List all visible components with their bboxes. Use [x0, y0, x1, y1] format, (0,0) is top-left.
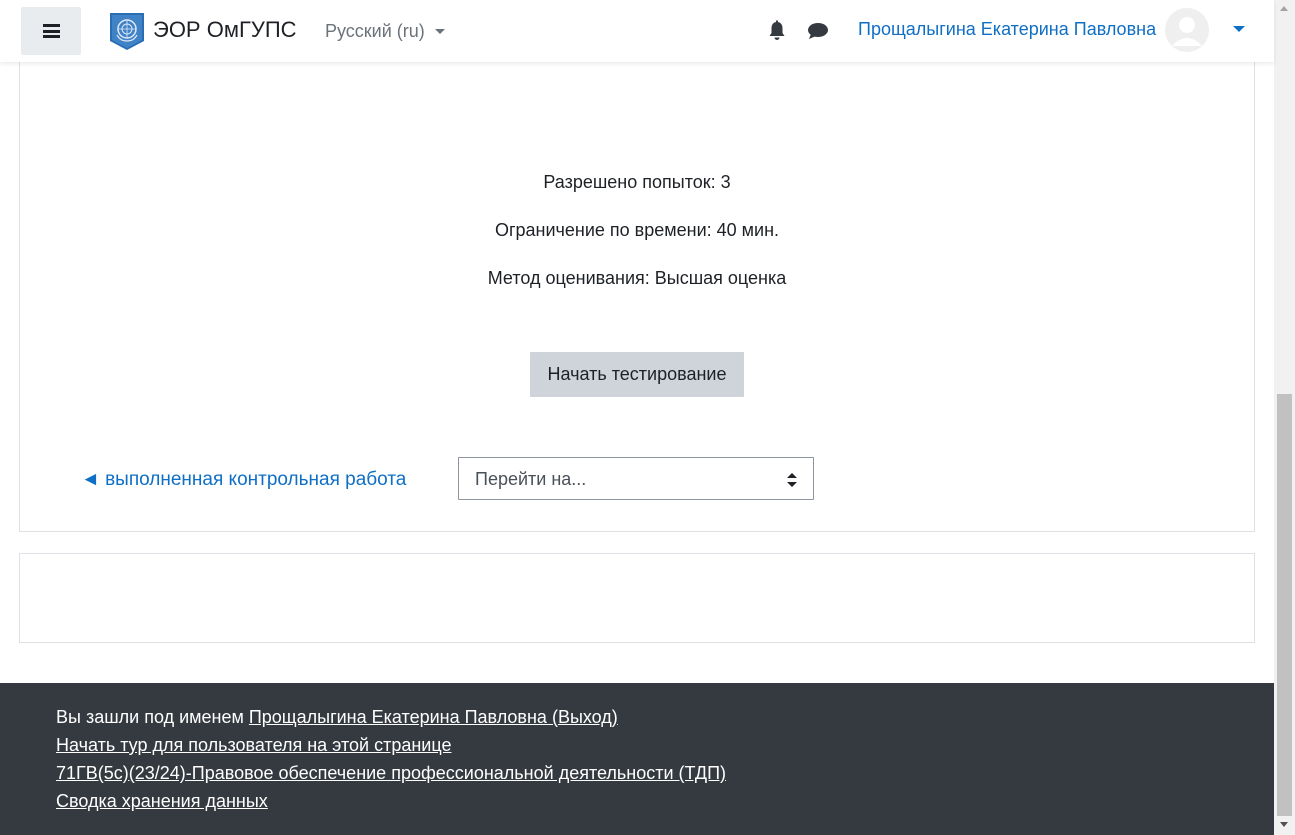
language-label: Русский (ru)	[325, 21, 425, 41]
scroll-up-icon[interactable]	[1280, 6, 1288, 11]
site-name[interactable]: ЭОР ОмГУПС	[153, 17, 297, 43]
language-menu[interactable]: Русский (ru)	[325, 21, 445, 42]
jump-to-value: Перейти на...	[475, 469, 587, 489]
avatar[interactable]	[1165, 8, 1209, 52]
bell-icon[interactable]	[767, 20, 787, 42]
menu-icon	[42, 24, 60, 38]
scroll-down-icon[interactable]	[1280, 822, 1288, 827]
course-link[interactable]: 71ГВ(5с)(23/24)-Правовое обеспечение про…	[56, 763, 726, 783]
data-retention-link[interactable]: Сводка хранения данных	[56, 791, 268, 811]
chat-icon[interactable]	[807, 22, 829, 40]
logged-in-info: Вы зашли под именем Прощалыгина Екатерин…	[56, 707, 618, 727]
top-navbar: ЭОР ОмГУПС Русский (ru) Прощалыгина Екат…	[0, 0, 1274, 62]
menu-toggle-button[interactable]	[21, 7, 81, 55]
chevron-down-icon[interactable]	[1233, 26, 1245, 32]
page-footer: Вы зашли под именем Прощалыгина Екатерин…	[0, 683, 1274, 835]
start-attempt-button[interactable]: Начать тестирование	[530, 352, 744, 397]
jump-to-select[interactable]: Перейти на...	[458, 457, 814, 500]
user-menu-name[interactable]: Прощалыгина Екатерина Павловна	[858, 19, 1156, 40]
time-limit: Ограничение по времени: 40 мин.	[494, 220, 780, 240]
footer-user-link[interactable]: Прощалыгина Екатерина Павловна	[249, 707, 547, 727]
scrollbar-thumb[interactable]	[1277, 394, 1292, 816]
previous-activity-link[interactable]: ◄ выполненная контрольная работа	[81, 469, 406, 491]
avatar-icon	[1165, 8, 1209, 52]
attempts-allowed: Разрешено попыток: 3	[543, 172, 731, 192]
logout-link[interactable]: Выход	[558, 707, 612, 727]
site-logo[interactable]	[108, 11, 146, 51]
chevron-down-icon	[434, 29, 445, 34]
grading-method: Метод оценивания: Высшая оценка	[487, 268, 787, 288]
empty-block	[19, 553, 1255, 643]
user-tour-link[interactable]: Начать тур для пользователя на этой стра…	[56, 735, 451, 755]
select-arrows-icon	[787, 473, 797, 487]
page-scrollbar[interactable]	[1274, 0, 1295, 835]
